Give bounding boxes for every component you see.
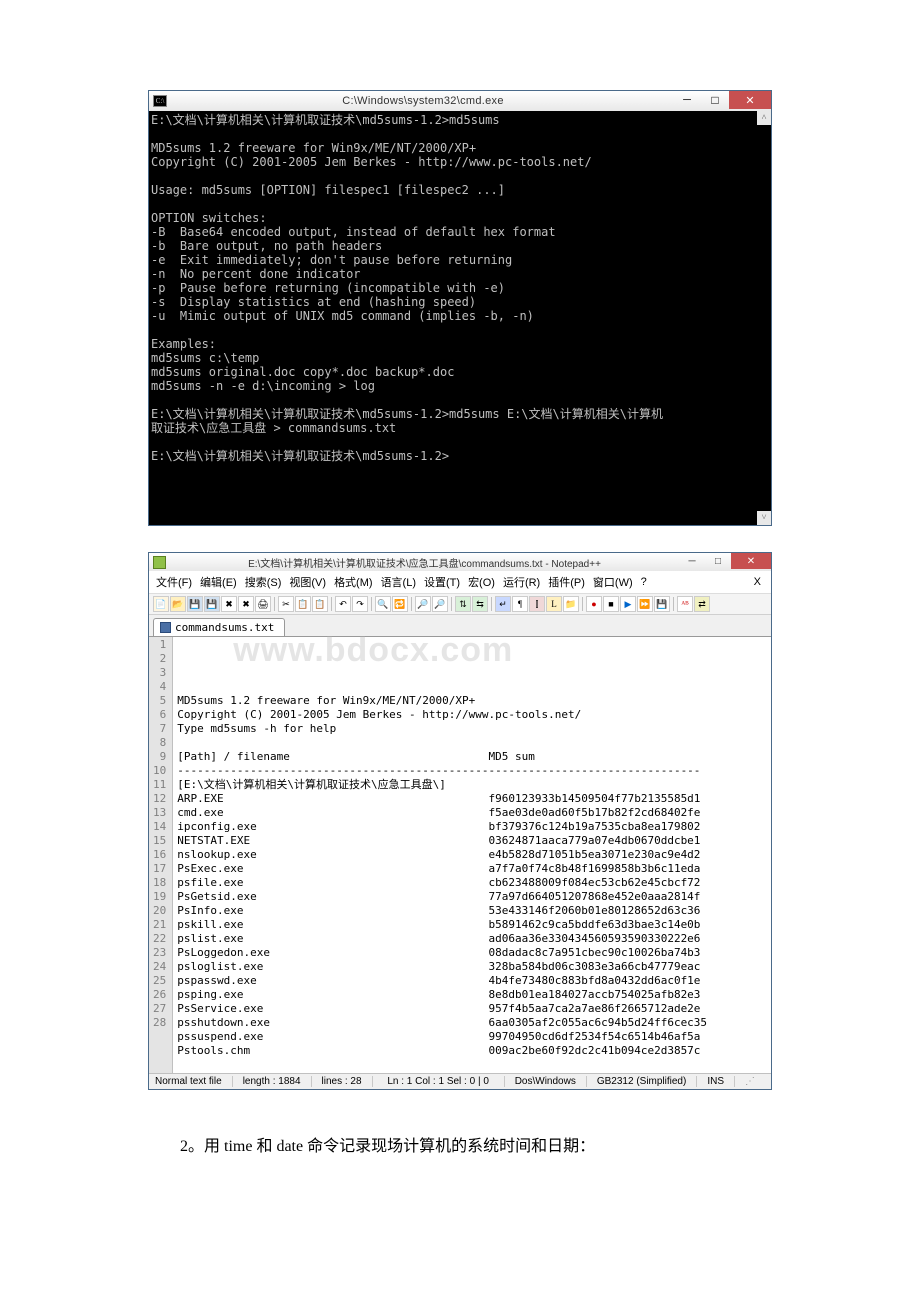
cmd-icon: C:\ [153,95,167,107]
wordwrap-icon[interactable]: ↵ [495,596,511,612]
play-icon[interactable]: ▶ [620,596,636,612]
minimize-button[interactable]: ─ [679,553,705,569]
maximize-button[interactable]: □ [701,91,729,109]
find-icon[interactable]: 🔍 [375,596,391,612]
status-length: length : 1884 [233,1076,312,1087]
open-file-icon[interactable]: 📂 [170,596,186,612]
menu-item[interactable]: 视图(V) [286,573,329,591]
folder-view-icon[interactable]: 📁 [563,596,579,612]
status-encoding: GB2312 (Simplified) [587,1076,697,1087]
watermark-text: www.bdocx.com [233,643,513,657]
menu-item[interactable]: 设置(T) [421,573,463,591]
sync-v-icon[interactable]: ⇅ [455,596,471,612]
minimize-button[interactable]: ─ [673,91,701,109]
cmd-title-text: C:\Windows\system32\cmd.exe [173,95,673,107]
close-all-icon[interactable]: ✖ [238,596,254,612]
menu-item[interactable]: 文件(F) [153,573,195,591]
spellcheck-icon[interactable]: ᴬᴮ [677,596,693,612]
play-multi-icon[interactable]: ⏩ [637,596,653,612]
npp-statusbar: Normal text file length : 1884 lines : 2… [149,1073,771,1089]
npp-tabbar: commandsums.txt [149,615,771,636]
cmd-window: C:\ C:\Windows\system32\cmd.exe ─ □ ✕ E:… [148,90,772,526]
new-file-icon[interactable]: 📄 [153,596,169,612]
record-icon[interactable]: ● [586,596,602,612]
menu-item[interactable]: 编辑(E) [197,573,240,591]
resize-grip-icon[interactable]: ⋰ [735,1076,765,1087]
menu-item[interactable]: 宏(O) [465,573,498,591]
redo-icon[interactable]: ↷ [352,596,368,612]
save-macro-icon[interactable]: 💾 [654,596,670,612]
scroll-down-icon[interactable]: ˅ [757,511,771,525]
npp-menubar: 文件(F)编辑(E)搜索(S)视图(V)格式(M)语言(L)设置(T)宏(O)运… [149,571,771,594]
close-button[interactable]: ✕ [731,553,771,569]
replace-icon[interactable]: 🔁 [392,596,408,612]
tab-close-button[interactable]: X [748,576,767,588]
copy-icon[interactable]: 📋 [295,596,311,612]
npp-title-text: E:\文档\计算机相关\计算机取证技术\应急工具盘\commandsums.tx… [170,555,679,570]
status-lines: lines : 28 [312,1076,373,1087]
sync-h-icon[interactable]: ⇆ [472,596,488,612]
show-all-icon[interactable]: ¶ [512,596,528,612]
status-filetype: Normal text file [155,1076,233,1087]
close-button[interactable]: ✕ [729,91,771,109]
menu-item[interactable]: 窗口(W) [590,573,636,591]
print-icon[interactable]: 🖨 [255,596,271,612]
menu-item[interactable]: 运行(R) [500,573,543,591]
zoom-in-icon[interactable]: 🔎 [415,596,431,612]
maximize-button[interactable]: □ [705,553,731,569]
npp-titlebar[interactable]: E:\文档\计算机相关\计算机取证技术\应急工具盘\commandsums.tx… [149,553,771,571]
cut-icon[interactable]: ✂ [278,596,294,612]
paste-icon[interactable]: 📋 [312,596,328,612]
tab-label: commandsums.txt [175,621,274,634]
npp-editor[interactable]: 1234567891011121314151617181920212223242… [149,636,771,1073]
menu-item[interactable]: ? [638,575,650,589]
menu-item[interactable]: 语言(L) [378,573,419,591]
tab-commandsums[interactable]: commandsums.txt [153,618,285,636]
compare-icon[interactable]: ⇄ [694,596,710,612]
menu-item[interactable]: 格式(M) [331,573,376,591]
close-file-icon[interactable]: ✖ [221,596,237,612]
cmd-output[interactable]: E:\文档\计算机相关\计算机取证技术\md5sums-1.2>md5sums … [149,111,771,525]
scroll-up-icon[interactable]: ˄ [757,111,771,125]
menu-item[interactable]: 插件(P) [545,573,588,591]
menu-item[interactable]: 搜索(S) [242,573,285,591]
zoom-out-icon[interactable]: 🔎 [432,596,448,612]
status-eol: Dos\Windows [505,1076,587,1087]
user-lang-icon[interactable]: L [546,596,562,612]
save-icon[interactable]: 💾 [187,596,203,612]
status-mode: INS [697,1076,735,1087]
document-paragraph: 2。用 time 和 date 命令记录现场计算机的系统时间和日期： [148,1134,772,1160]
save-all-icon[interactable]: 💾 [204,596,220,612]
editor-content[interactable]: www.bdocx.com MD5sums 1.2 freeware for W… [173,637,771,1073]
status-position: Ln : 1 Col : 1 Sel : 0 | 0 [373,1076,505,1087]
cmd-titlebar[interactable]: C:\ C:\Windows\system32\cmd.exe ─ □ ✕ [149,91,771,111]
npp-toolbar: 📄 📂 💾 💾 ✖ ✖ 🖨 ✂ 📋 📋 ↶ ↷ 🔍 🔁 🔎 🔎 ⇅ ⇆ ↵ [149,594,771,615]
file-saved-icon [160,622,171,633]
stop-icon[interactable]: ■ [603,596,619,612]
notepadpp-window: E:\文档\计算机相关\计算机取证技术\应急工具盘\commandsums.tx… [148,552,772,1090]
undo-icon[interactable]: ↶ [335,596,351,612]
indent-guide-icon[interactable]: ⫿ [529,596,545,612]
line-number-gutter: 1234567891011121314151617181920212223242… [149,637,173,1073]
notepadpp-icon [153,556,166,569]
